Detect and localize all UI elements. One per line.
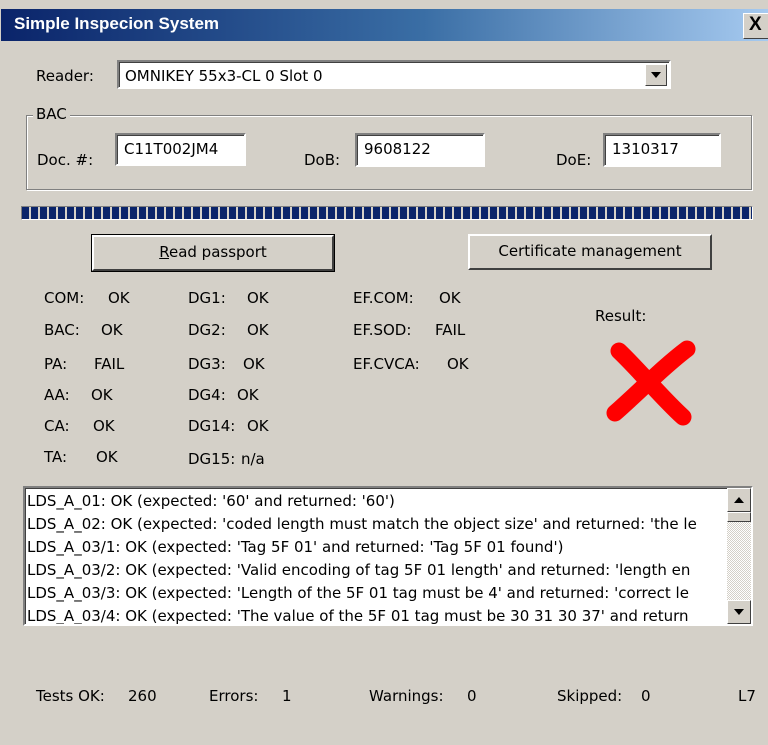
status-dg4-value: OK [237,386,259,404]
status-dg1-name: DG1: [188,289,226,307]
main-window: Simple Inspecion System X Reader: OMNIKE… [0,0,768,745]
doe-field[interactable]: 1310317 [603,133,721,167]
status-pa-name: PA: [44,355,68,373]
status-dg14-value: OK [247,417,269,435]
status-pa-value: FAIL [94,355,125,373]
status-dg4-name: DG4: [188,386,226,404]
read-passport-label: ead passport [168,243,267,261]
close-button[interactable]: X [743,13,768,39]
status-dg3-name: DG3: [188,355,226,373]
bac-group-title: BAC [33,105,70,123]
errors-label: Errors: [209,687,259,705]
chevron-down-icon[interactable] [645,64,667,86]
status-efsod-name: EF.SOD: [353,321,412,339]
status-dg2-name: DG2: [188,321,226,339]
status-bac-name: BAC: [44,321,80,339]
status-dg14-name: DG14: [188,417,236,435]
status-aa-name: AA: [44,386,70,404]
status-efcom-value: OK [439,289,461,307]
dob-label: DoB: [304,151,341,169]
scroll-down-arrow-icon[interactable] [727,600,751,624]
result-label: Result: [595,307,647,325]
doc-number-label: Doc. #: [37,151,94,169]
log-line[interactable]: LDS_A_01: OK (expected: '60' and returne… [27,490,727,513]
certificate-management-button[interactable]: Certificate management [468,234,712,270]
status-dg2-value: OK [247,321,269,339]
status-dg3-value: OK [243,355,265,373]
log-line[interactable]: LDS_A_03/3: OK (expected: 'Length of the… [27,582,727,605]
doe-value: 1310317 [612,140,679,158]
status-aa-value: OK [91,386,113,404]
dob-value: 9608122 [364,140,431,158]
window-title: Simple Inspecion System [14,14,220,33]
status-dg15-value: n/a [241,450,265,468]
scroll-up-arrow-icon[interactable] [727,488,751,512]
status-ta-name: TA: [44,448,68,466]
skipped-label: Skipped: [557,687,623,705]
red-x-fail-icon [606,340,696,426]
log-listbox[interactable]: LDS_A_01: OK (expected: '60' and returne… [23,486,753,626]
scroll-thumb[interactable] [727,512,751,522]
doc-number-value: C11T002JM4 [124,140,219,158]
status-efcvca-value: OK [447,355,469,373]
warnings-label: Warnings: [369,687,444,705]
reader-select-value: OMNIKEY 55x3-CL 0 Slot 0 [125,67,323,85]
dob-field[interactable]: 9608122 [355,133,485,167]
log-line[interactable]: LDS_A_03/1: OK (expected: 'Tag 5F 01' an… [27,536,727,559]
status-dg1-value: OK [247,289,269,307]
skipped-value: 0 [641,687,651,705]
status-efcom-name: EF.COM: [353,289,414,307]
log-line[interactable]: LDS_A_03/4: OK (expected: 'The value of … [27,605,727,624]
status-com-name: COM: [44,289,85,307]
status-efcvca-name: EF.CVCA: [353,355,420,373]
status-com-value: OK [108,289,130,307]
read-passport-mnemonic: R [159,243,169,261]
progress-bar [21,206,753,220]
doe-label: DoE: [556,151,592,169]
read-passport-button[interactable]: Read passport [91,234,335,272]
log-line[interactable]: LDS_A_02: OK (expected: 'coded length mu… [27,513,727,536]
log-lines: LDS_A_01: OK (expected: '60' and returne… [27,490,727,624]
tests-ok-label: Tests OK: [36,687,105,705]
status-dg15-name: DG15: [188,450,236,468]
log-scrollbar[interactable] [727,488,751,624]
errors-value: 1 [282,687,292,705]
log-line[interactable]: LDS_A_03/2: OK (expected: 'Valid encodin… [27,559,727,582]
reader-label: Reader: [36,67,94,85]
status-bac-value: OK [101,321,123,339]
title-bar[interactable]: Simple Inspecion System X [1,9,768,41]
status-ta-value: OK [96,448,118,466]
reader-select[interactable]: OMNIKEY 55x3-CL 0 Slot 0 [117,60,671,89]
tests-ok-value: 260 [128,687,157,705]
level-indicator: L7 [738,687,756,705]
doc-number-field[interactable]: C11T002JM4 [115,133,246,166]
status-ca-name: CA: [44,417,70,435]
status-efsod-value: FAIL [435,321,466,339]
status-ca-value: OK [93,417,115,435]
warnings-value: 0 [467,687,477,705]
